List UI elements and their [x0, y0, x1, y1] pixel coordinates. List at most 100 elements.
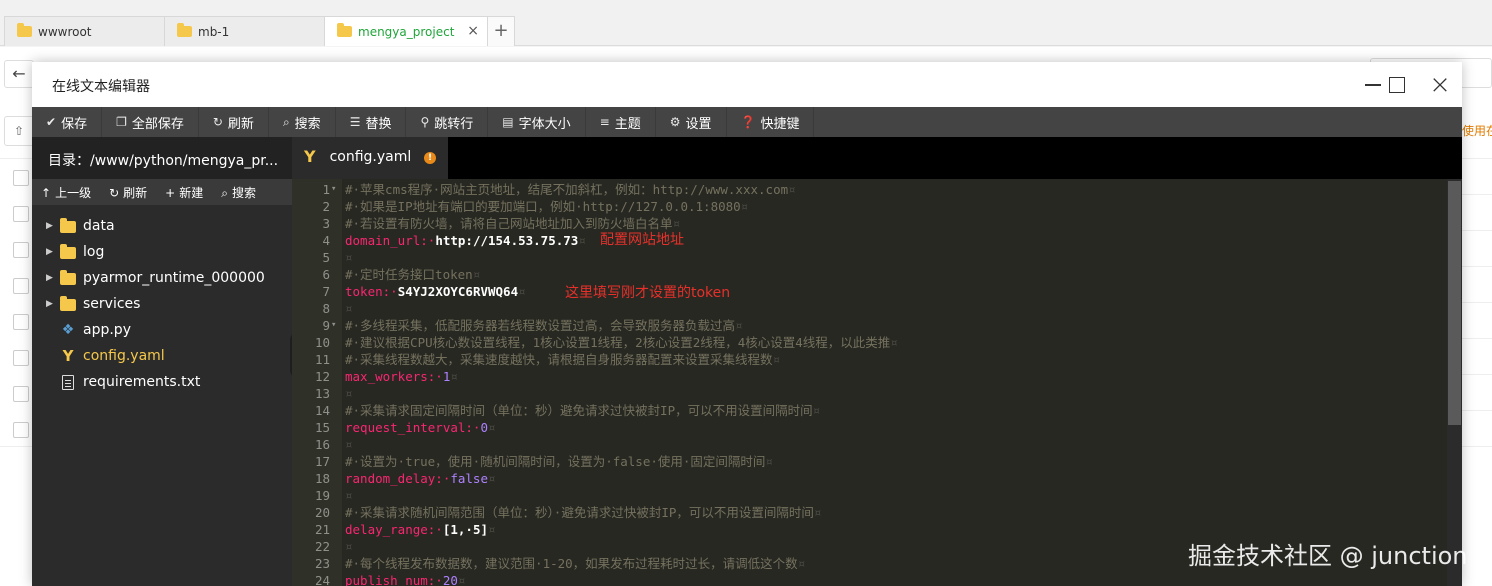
unsaved-badge: !: [424, 152, 436, 164]
line-number: 18: [314, 471, 330, 486]
code-line[interactable]: 15 request_interval:·0¤: [292, 419, 1442, 436]
code-line[interactable]: 24 publish_num:·20¤: [292, 572, 1442, 586]
code-line[interactable]: 9 ▾ #·多线程采集，低配服务器若线程数设置过高，会导致服务器负载过高¤: [292, 317, 1442, 334]
close-button[interactable]: ×: [1425, 70, 1455, 100]
line-text: delay_range:·[1,·5]¤: [345, 521, 496, 538]
code-line[interactable]: 17 #·设置为·true，使用·随机间隔时间，设置为·false·使用·固定间隔…: [292, 453, 1442, 470]
line-number: 17: [314, 454, 330, 469]
fold-toggle-icon[interactable]: ▾: [331, 181, 336, 198]
code-line[interactable]: 18 random_delay:·false¤: [292, 470, 1442, 487]
toolbar-button-8[interactable]: ⚙ 设置: [656, 107, 727, 137]
line-number: 19: [314, 488, 330, 503]
caret-right-icon[interactable]: ▶: [46, 299, 53, 309]
line-number: 20: [314, 505, 330, 520]
row-checkbox[interactable]: [13, 242, 29, 258]
code-token-inv: ¤: [345, 488, 353, 503]
vertical-scrollbar[interactable]: [1447, 179, 1462, 586]
plus-icon: +: [165, 185, 176, 200]
annotation-domain: 配置网站地址: [600, 232, 684, 248]
editor-titlebar: 在线文本编辑器 ×: [32, 62, 1462, 107]
code-token-comment: #·建议根据CPU核心数设置线程，1核心设置1线程，2核心设置2线程，4核心设置…: [345, 335, 891, 350]
sidebar-tool-3[interactable]: ⌕ 搜索: [212, 184, 265, 201]
caret-right-icon[interactable]: ▶: [46, 247, 53, 257]
row-checkbox[interactable]: [13, 422, 29, 438]
code-line[interactable]: 6 #·定时任务接口token¤: [292, 266, 1442, 283]
code-line[interactable]: 13 ¤: [292, 385, 1442, 402]
toolbar-button-5[interactable]: ⚲ 跳转行: [406, 107, 489, 137]
sidebar-tool-0[interactable]: ↑ 上一级: [32, 184, 100, 201]
code-token-inv: ¤: [578, 233, 586, 248]
code-line[interactable]: 7 token:·S4YJ2XOYC6RVWQ64¤: [292, 283, 1442, 300]
tree-item[interactable]: ▶ pyarmor_runtime_000000: [32, 265, 292, 291]
file-tree: ▶ data ▶ log ▶ pyarmor_runtime_000000 ▶ service…: [32, 213, 292, 395]
line-number: 4: [322, 233, 330, 248]
code-token-comment: #·如果是IP地址有端口的要加端口，例如·http://127.0.0.1:80…: [345, 199, 741, 214]
row-checkbox[interactable]: [13, 350, 29, 366]
line-number: 9: [322, 318, 330, 333]
tree-item[interactable]: Yconfig.yaml: [32, 343, 292, 369]
tree-item[interactable]: ▶ data: [32, 213, 292, 239]
row-checkbox[interactable]: [13, 278, 29, 294]
code-editor[interactable]: 1 ▾ #·苹果cms程序·网站主页地址，结尾不加斜杠，例如：http://www.…: [292, 179, 1462, 586]
sidebar-tool-1[interactable]: ↻ 刷新: [100, 184, 156, 201]
toolbar-button-0[interactable]: ✔ 保存: [32, 107, 103, 137]
code-line[interactable]: 3 #·若设置有防火墙，请将自己网站地址加入到防火墙白名单¤: [292, 215, 1442, 232]
upload-icon[interactable]: ⇧: [4, 116, 34, 146]
toolbar-button-7[interactable]: ≡ 主题: [586, 107, 656, 137]
code-line[interactable]: 20 #·采集请求随机间隔范围（单位：秒）·避免请求过快被封IP，可以不用设置间隔…: [292, 504, 1442, 521]
code-line[interactable]: 2 #·如果是IP地址有端口的要加端口，例如·http://127.0.0.1:8…: [292, 198, 1442, 215]
editor-toolbar: ✔ 保存 ❐ 全部保存 ↻ 刷新 ⌕ 搜索 ☰ 替换 ⚲ 跳转行 ▤ 字体大小 ≡ 主题 ⚙ 设置 ❓ 快捷键: [32, 107, 1462, 137]
code-token-comment: #·采集请求随机间隔范围（单位：秒）·避免请求过快被封IP，可以不用设置间隔时间: [345, 505, 814, 520]
refresh-icon: ↻: [212, 115, 223, 129]
toolbar-button-9[interactable]: ❓ 快捷键: [727, 107, 815, 137]
tab-mengya-project[interactable]: mengya_project ×: [324, 16, 488, 46]
close-icon[interactable]: ×: [467, 23, 479, 39]
new-tab-button[interactable]: +: [487, 16, 515, 46]
toolbar-button-4[interactable]: ☰ 替换: [336, 107, 407, 137]
code-line[interactable]: 5 ¤: [292, 249, 1442, 266]
toolbar-button-3[interactable]: ⌕ 搜索: [269, 107, 336, 137]
maximize-button[interactable]: [1382, 70, 1412, 100]
code-line[interactable]: 11 #·采集线程数越大，采集速度越快，请根据自身服务器配置来设置采集线程数¤: [292, 351, 1442, 368]
folder-icon: [337, 23, 352, 37]
tab-wwwroot[interactable]: wwwroot: [4, 16, 165, 46]
caret-right-icon[interactable]: ▶: [46, 273, 53, 283]
row-checkbox[interactable]: [13, 386, 29, 402]
file-tab-label: config.yaml: [329, 149, 412, 165]
toolbar-button-label: 主题: [614, 116, 641, 132]
toolbar-button-2[interactable]: ↻ 刷新: [199, 107, 269, 137]
caret-right-icon[interactable]: ▶: [46, 221, 53, 231]
tree-item[interactable]: ❖ app.py: [32, 317, 292, 343]
row-checkbox[interactable]: [13, 170, 29, 186]
row-checkbox[interactable]: [13, 206, 29, 222]
toolbar-button-6[interactable]: ▤ 字体大小: [488, 107, 586, 137]
code-line[interactable]: 4 domain_url:·http://154.53.75.73¤: [292, 232, 1442, 249]
sidebar-tool-2[interactable]: + 新建: [156, 184, 212, 201]
code-line[interactable]: 1 ▾ #·苹果cms程序·网站主页地址，结尾不加斜杠，例如：http://www.…: [292, 181, 1442, 198]
line-number: 21: [314, 522, 330, 537]
code-line[interactable]: 10 #·建议根据CPU核心数设置线程，1核心设置1线程，2核心设置2线程，4核心…: [292, 334, 1442, 351]
theme-icon: ≡: [599, 115, 610, 129]
row-divider: [1462, 410, 1492, 411]
scroll-thumb[interactable]: [1448, 181, 1461, 425]
code-line[interactable]: 8 ¤: [292, 300, 1442, 317]
line-text: #·采集请求随机间隔范围（单位：秒）·避免请求过快被封IP，可以不用设置间隔时间…: [345, 504, 821, 521]
toolbar-button-label: 保存: [61, 116, 88, 132]
directory-path: 目录：/www/python/mengya_pr...: [32, 137, 292, 179]
python-file-icon: ❖: [61, 322, 75, 338]
code-line[interactable]: 16 ¤: [292, 436, 1442, 453]
tab-mb-1[interactable]: mb-1: [164, 16, 325, 46]
code-line[interactable]: 14 #·采集请求固定间隔时间（单位：秒）避免请求过快被封IP，可以不用设置间隔时…: [292, 402, 1442, 419]
toolbar-button-1[interactable]: ❐ 全部保存: [102, 107, 199, 137]
tree-item[interactable]: requirements.txt: [32, 369, 292, 395]
code-line[interactable]: 12 max_workers:·1¤: [292, 368, 1442, 385]
code-line[interactable]: 19 ¤: [292, 487, 1442, 504]
tree-item[interactable]: ▶ log: [32, 239, 292, 265]
line-text: token:·S4YJ2XOYC6RVWQ64¤: [345, 283, 526, 300]
row-divider: [1462, 158, 1492, 159]
tree-item[interactable]: ▶ services: [32, 291, 292, 317]
fold-toggle-icon[interactable]: ▾: [331, 317, 336, 334]
file-tab-config-yaml[interactable]: Y config.yaml !: [292, 137, 448, 179]
back-arrow-icon[interactable]: ←: [4, 60, 34, 88]
row-checkbox[interactable]: [13, 314, 29, 330]
